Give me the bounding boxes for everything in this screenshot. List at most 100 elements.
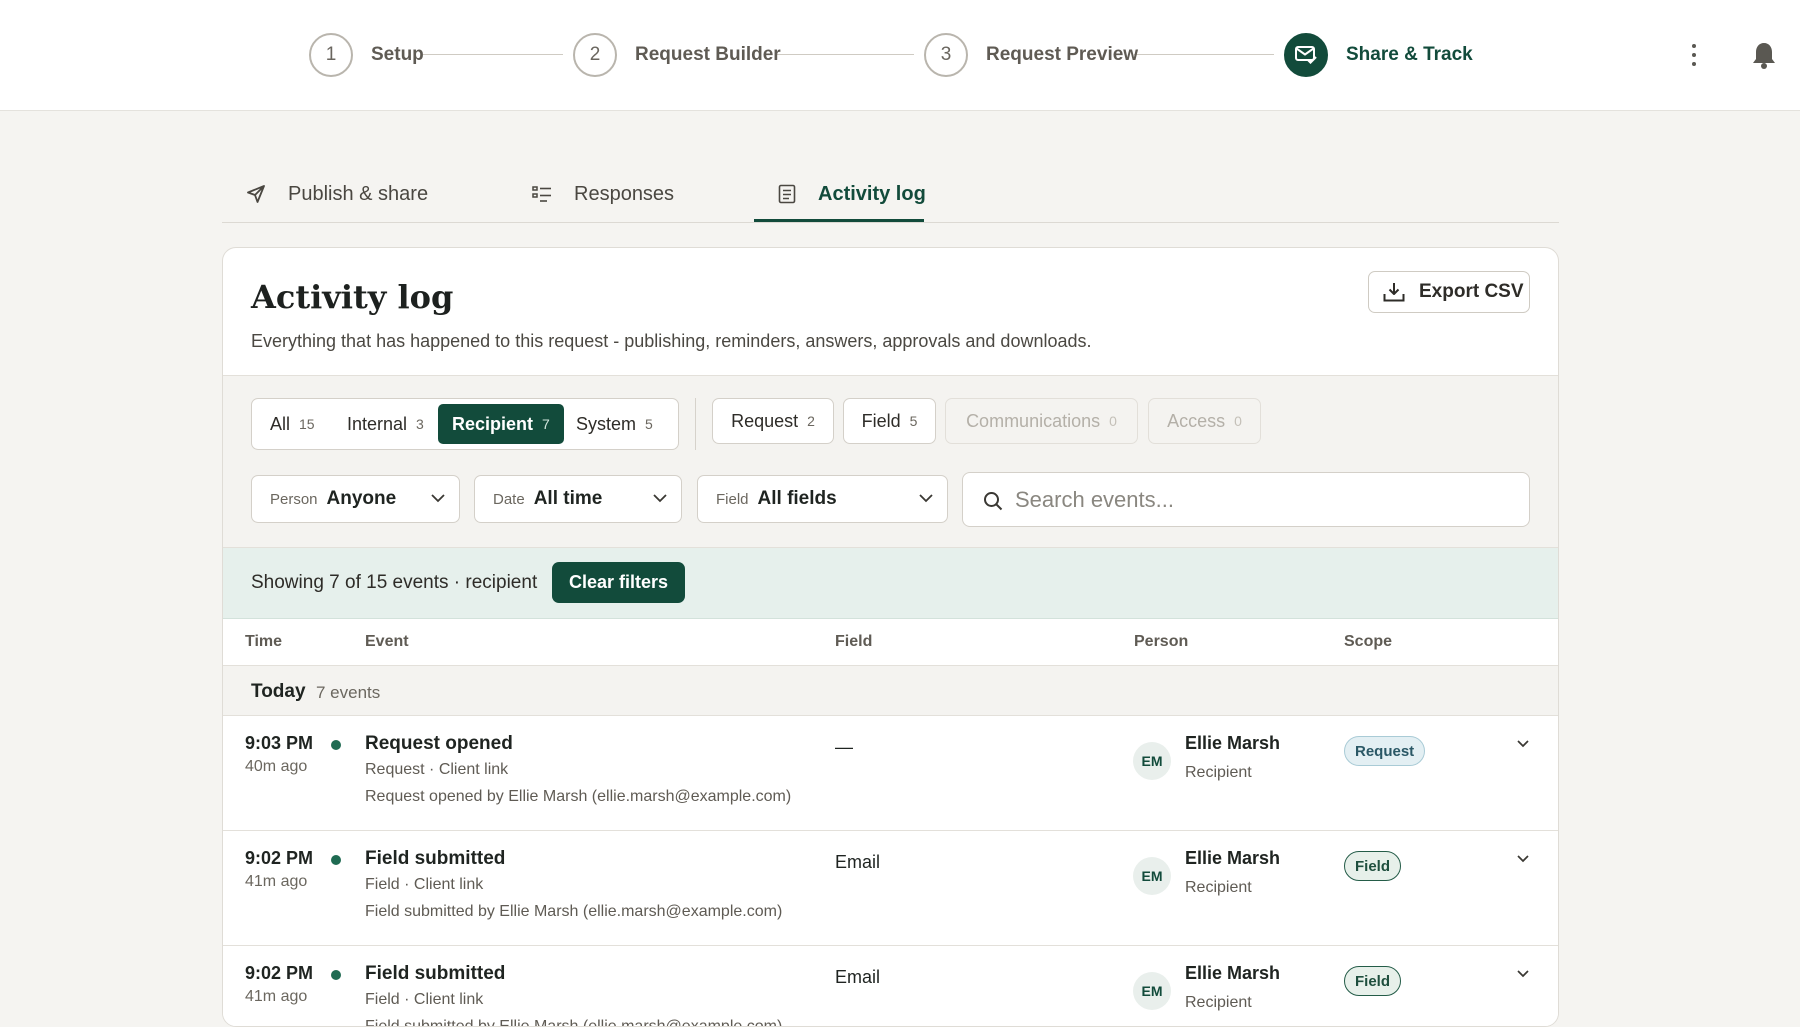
event-title: Field submitted [365, 963, 506, 984]
table-row[interactable]: 9:03 PM 40m ago Request opened Request ·… [223, 716, 1558, 831]
person-name: Ellie Marsh [1185, 733, 1281, 753]
chip-label: Field [861, 410, 901, 431]
step-number: 2 [573, 33, 617, 77]
step-setup[interactable]: 1 Setup [309, 32, 424, 78]
export-csv-button[interactable]: Export CSV [1368, 271, 1530, 313]
select-value: Anyone [326, 488, 397, 509]
date-select[interactable]: Date All time [474, 475, 682, 523]
filter-recipient[interactable]: Recipient 7 [438, 404, 564, 444]
avatar: EM [1133, 742, 1171, 780]
card-header: Activity log Everything that has happene… [223, 248, 1558, 376]
step-label: Setup [371, 44, 424, 65]
tab-activity-log[interactable]: Activity log [778, 165, 926, 223]
person-name: Ellie Marsh [1185, 963, 1281, 983]
filter-count: 5 [645, 416, 653, 432]
column-header-person: Person [1134, 633, 1189, 650]
activity-log-card: Activity log Everything that has happene… [222, 247, 1559, 1027]
chevron-down-icon [653, 494, 667, 503]
column-header-field: Field [835, 633, 873, 650]
tab-label: Publish & share [288, 182, 429, 205]
list-icon [532, 186, 551, 202]
results-summary: Showing 7 of 15 events · recipient [251, 572, 538, 593]
filter-count: 15 [299, 416, 315, 432]
filter-summary-banner: Showing 7 of 15 events · recipient Clear… [223, 548, 1558, 619]
avatar: EM [1133, 972, 1171, 1010]
export-label: Export CSV [1419, 281, 1524, 302]
step-connector [423, 54, 563, 55]
step-request-preview[interactable]: 3 Request Preview [924, 32, 1138, 78]
chip-count: 0 [1234, 413, 1242, 429]
kebab-menu-icon[interactable] [1687, 40, 1701, 70]
event-meta: Request · Client link [365, 761, 509, 778]
person-role: Recipient [1185, 764, 1252, 781]
clear-filters-button[interactable]: Clear filters [552, 562, 685, 603]
filter-count: 3 [416, 416, 424, 432]
table-header: Time Event Field Person Scope [223, 619, 1558, 666]
step-label: Share & Track [1346, 44, 1473, 65]
scope-badge: Field [1344, 966, 1402, 996]
select-label: Person [270, 490, 318, 508]
status-dot [331, 855, 341, 865]
step-label: Request Builder [635, 44, 781, 65]
search-input[interactable] [1015, 483, 1515, 517]
person-select[interactable]: Person Anyone [251, 475, 460, 523]
event-field: Email [835, 967, 881, 987]
mail-check-icon [1284, 33, 1328, 77]
tab-publish-share[interactable]: Publish & share [246, 165, 428, 223]
step-number: 3 [924, 33, 968, 77]
scope-filter-field[interactable]: Field 5 [843, 398, 936, 444]
event-relative-time: 41m ago [245, 988, 308, 1005]
scope-filter-request[interactable]: Request 2 [712, 398, 834, 444]
page-title: Activity log [251, 278, 454, 316]
chip-count: 5 [909, 413, 918, 429]
step-connector [776, 54, 914, 55]
filter-system[interactable]: System 5 [562, 404, 667, 444]
chevron-down-icon[interactable] [1517, 970, 1529, 978]
scope-badge: Request [1344, 736, 1426, 766]
chip-count: 0 [1109, 413, 1117, 429]
download-icon [1383, 283, 1405, 302]
event-meta: Field · Client link [365, 876, 484, 893]
step-request-builder[interactable]: 2 Request Builder [573, 32, 781, 78]
active-tab-indicator [754, 219, 924, 222]
event-meta: Field · Client link [365, 991, 484, 1008]
tab-bar: Publish & share Responses Activity log [222, 165, 1559, 223]
person-role: Recipient [1185, 879, 1252, 896]
event-description: Field submitted by Ellie Marsh (ellie.ma… [365, 903, 783, 920]
scope-filter-communications: Communications 0 [945, 398, 1138, 444]
avatar: EM [1133, 857, 1171, 895]
filter-count: 7 [542, 416, 550, 432]
table-row[interactable]: 9:02 PM 41m ago Field submitted Field · … [223, 946, 1558, 1026]
status-dot [331, 970, 341, 980]
event-description: Request opened by Ellie Marsh (ellie.mar… [365, 788, 792, 805]
search-box [962, 472, 1530, 527]
audience-filter: All 15 Internal 3 Recipient 7 System 5 [251, 398, 679, 450]
search-icon [984, 492, 1003, 511]
column-header-scope: Scope [1344, 633, 1393, 650]
chevron-down-icon [919, 494, 933, 503]
filter-divider [695, 398, 696, 450]
tab-responses[interactable]: Responses [532, 165, 674, 223]
top-bar: 1 Setup 2 Request Builder 3 Request Prev… [0, 0, 1800, 111]
chevron-down-icon[interactable] [1517, 740, 1529, 748]
filter-internal[interactable]: Internal 3 [333, 404, 438, 444]
event-time: 9:02 PM [245, 848, 314, 868]
select-label: Field [716, 490, 749, 508]
filter-all[interactable]: All 15 [256, 404, 329, 444]
field-select[interactable]: Field All fields [697, 475, 948, 523]
tab-label: Activity log [818, 182, 926, 205]
chip-label: Communications [966, 410, 1101, 431]
tab-label: Responses [574, 182, 675, 205]
status-dot [331, 740, 341, 750]
column-header-event: Event [365, 633, 409, 650]
select-value: All time [533, 488, 603, 509]
bell-icon[interactable] [1751, 40, 1777, 70]
person-name: Ellie Marsh [1185, 848, 1281, 868]
chevron-down-icon[interactable] [1517, 855, 1529, 863]
table-row[interactable]: 9:02 PM 41m ago Field submitted Field · … [223, 831, 1558, 946]
select-value: All fields [757, 488, 837, 509]
filter-label: System [576, 413, 637, 434]
event-relative-time: 40m ago [245, 758, 308, 775]
person-role: Recipient [1185, 994, 1252, 1011]
step-share-track[interactable]: Share & Track [1284, 32, 1473, 78]
